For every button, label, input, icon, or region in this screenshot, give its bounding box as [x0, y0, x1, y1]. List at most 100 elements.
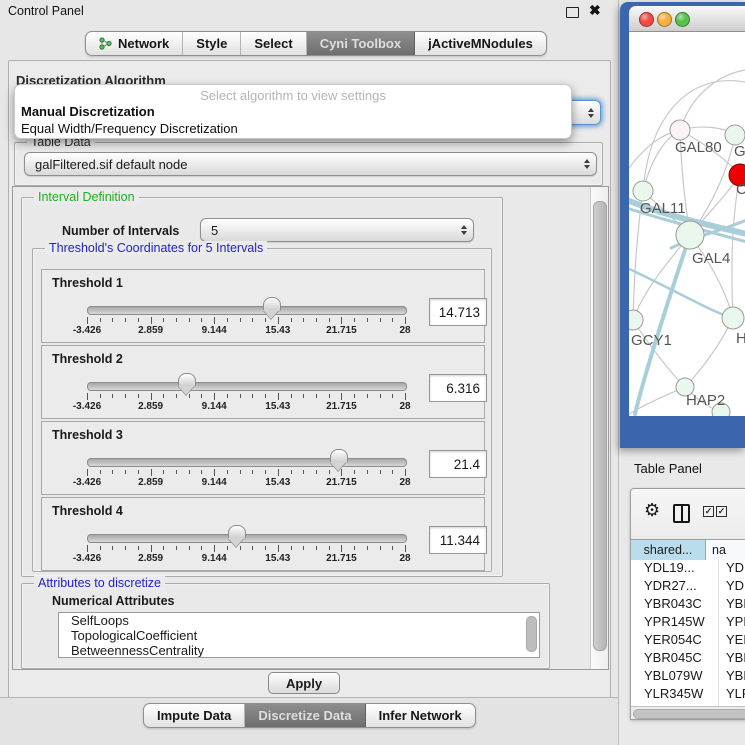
- tab-style[interactable]: Style: [183, 32, 241, 55]
- slider-tick-label: 2.859: [121, 325, 181, 336]
- slider-tick-label: 9.144: [184, 325, 244, 336]
- slider-tick: [265, 394, 266, 398]
- network-window-titlebar[interactable]: [629, 6, 745, 32]
- slider-tick-label: 21.715: [311, 477, 371, 488]
- table-row[interactable]: YDL19...YDL1: [631, 560, 745, 578]
- slider-tick-label: 21.715: [311, 553, 371, 564]
- table-data-group: Table Data galFiltered.sif default node: [14, 142, 603, 186]
- slider-tick-label: 2.859: [121, 401, 181, 412]
- slider-tick: [151, 317, 152, 324]
- slider-thumb[interactable]: [178, 373, 196, 387]
- slider-tick: [163, 318, 164, 322]
- close-traffic-light[interactable]: [639, 12, 654, 27]
- close-icon[interactable]: ✖: [589, 2, 601, 19]
- slider-thumb[interactable]: [228, 525, 246, 539]
- slider-track[interactable]: [87, 534, 407, 543]
- cell-shared-name: YDL19...: [631, 560, 719, 578]
- slider-track[interactable]: [87, 306, 407, 315]
- tab-discretize-data[interactable]: Discretize Data: [245, 704, 365, 727]
- zoom-traffic-light[interactable]: [675, 12, 690, 27]
- tab-cyni-toolbox[interactable]: Cyni Toolbox: [307, 32, 415, 55]
- network-node-GAL11[interactable]: [633, 181, 653, 201]
- node-label-G: G: [734, 143, 745, 160]
- tab-jactivemnodules[interactable]: jActiveMNodules: [415, 32, 546, 55]
- network-edge[interactable]: [680, 70, 745, 130]
- threshold-label: Threshold 1: [52, 276, 123, 290]
- table-row[interactable]: YBR043CYBR0: [631, 596, 745, 614]
- network-node-G[interactable]: [725, 125, 745, 145]
- attributes-group: Attributes to discretize Numerical Attri…: [21, 583, 550, 669]
- float-window-icon[interactable]: [566, 7, 579, 18]
- slider-track[interactable]: [87, 382, 407, 391]
- table-row[interactable]: YLR345WYLR3: [631, 686, 745, 704]
- attribute-list-item[interactable]: TopologicalCoefficient: [59, 628, 539, 643]
- network-edge[interactable]: [629, 268, 733, 318]
- network-node-H[interactable]: [722, 307, 744, 329]
- slider-tick: [291, 318, 292, 322]
- network-edge[interactable]: [633, 235, 690, 320]
- attribute-list-item[interactable]: BetweennessCentrality: [59, 643, 539, 658]
- threshold-panel: Threshold 1-3.4262.8599.14415.4321.71528…: [41, 269, 485, 343]
- popup-item-equal-width-frequency[interactable]: Equal Width/Frequency Discretization: [15, 120, 571, 137]
- network-canvas[interactable]: GAL80GCGAL11GAL4GCY1HHAP2: [629, 32, 745, 416]
- slider-track[interactable]: [87, 458, 407, 467]
- algorithm-combo-fragment[interactable]: [572, 100, 601, 125]
- slider-thumb[interactable]: [263, 297, 281, 311]
- table-row[interactable]: YDR27...YDR2: [631, 578, 745, 596]
- threshold-value-field[interactable]: 6.316: [429, 374, 487, 402]
- slider-tick: [367, 394, 368, 398]
- slider-tick: [201, 470, 202, 474]
- slider-tick: [125, 546, 126, 550]
- tab-network[interactable]: Network: [86, 32, 183, 55]
- list-scrollbar-thumb[interactable]: [526, 616, 537, 652]
- table-row[interactable]: YBL079WYBL0: [631, 668, 745, 686]
- network-edge[interactable]: [685, 318, 733, 387]
- cell-name: YER0: [719, 632, 745, 650]
- apply-button[interactable]: Apply: [268, 672, 340, 694]
- slider-thumb[interactable]: [330, 449, 348, 463]
- number-of-intervals-combo[interactable]: 5: [200, 218, 474, 242]
- checkbox-icon[interactable]: ✓: [703, 506, 714, 517]
- slider-tick: [240, 470, 241, 474]
- slider-tick: [354, 470, 355, 474]
- popup-item-manual-discretization[interactable]: Manual Discretization: [15, 103, 571, 120]
- cell-name: YBR0: [719, 596, 745, 614]
- threshold-value-field[interactable]: 21.4: [429, 450, 487, 478]
- slider-tick: [278, 469, 279, 476]
- threshold-value-field[interactable]: 14.713: [429, 298, 487, 326]
- network-node-GCY1[interactable]: [629, 310, 643, 330]
- attribute-list-item[interactable]: SelfLoops: [59, 613, 539, 628]
- network-node-GAL80[interactable]: [670, 120, 690, 140]
- numerical-attributes-label: Numerical Attributes: [52, 594, 174, 608]
- table-row[interactable]: YER054CYER0: [631, 632, 745, 650]
- slider-tick: [291, 546, 292, 550]
- slider-tick-label: 28: [375, 477, 435, 488]
- vertical-scrollbar[interactable]: [590, 187, 608, 669]
- table-data-combo[interactable]: galFiltered.sif default node: [24, 152, 597, 176]
- tab-impute-data[interactable]: Impute Data: [144, 704, 245, 727]
- horizontal-scrollbar[interactable]: [631, 706, 745, 719]
- checkbox-icon[interactable]: ✓: [716, 506, 727, 517]
- table-row[interactable]: YPR145WYPR1: [631, 614, 745, 632]
- node-label-GAL80: GAL80: [675, 139, 722, 156]
- columns-icon[interactable]: [673, 504, 690, 523]
- column-header-name[interactable]: na: [706, 540, 745, 560]
- tab-infer-network[interactable]: Infer Network: [366, 704, 475, 727]
- vertical-scrollbar-thumb[interactable]: [593, 201, 607, 651]
- tab-select[interactable]: Select: [241, 32, 306, 55]
- table-row[interactable]: YBR045CYBR0: [631, 650, 745, 668]
- network-icon: [99, 37, 112, 50]
- network-node-GAL4[interactable]: [676, 221, 704, 249]
- minimize-traffic-light[interactable]: [657, 12, 672, 27]
- slider-tick: [163, 546, 164, 550]
- column-header-shared-name[interactable]: shared...: [631, 540, 706, 560]
- slider-tick: [201, 318, 202, 322]
- gear-icon[interactable]: ⚙: [644, 501, 660, 519]
- horizontal-scrollbar-thumb[interactable]: [633, 709, 745, 719]
- slider-tick-label: -3.426: [57, 325, 117, 336]
- slider-tick: [87, 317, 88, 324]
- threshold-value-field[interactable]: 11.344: [429, 526, 487, 554]
- threshold-panel: Threshold 2-3.4262.8599.14415.4321.71528…: [41, 345, 485, 419]
- number-of-intervals-value: 5: [211, 223, 218, 238]
- cell-shared-name: YBL079W: [631, 668, 719, 686]
